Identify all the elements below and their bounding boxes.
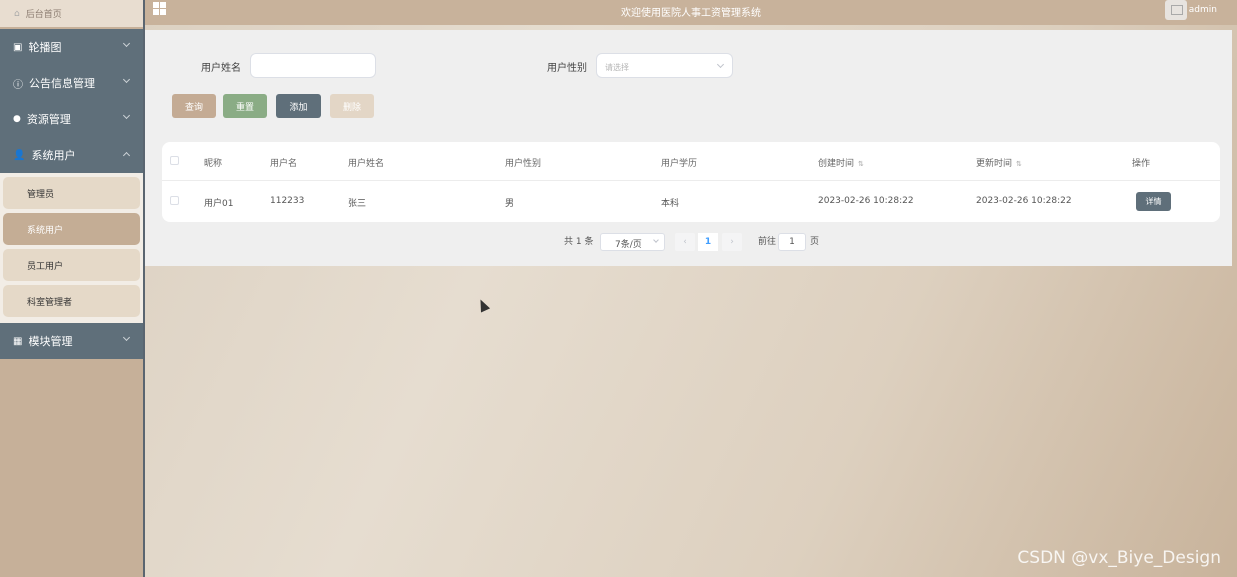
cell-education: 本科 (661, 199, 680, 209)
column-header: 操作 (1132, 159, 1151, 169)
prev-page-button[interactable]: ‹ (675, 233, 695, 251)
user-table: 昵称 用户名 用户姓名 用户性别 用户学历 创建时间 ⇅ 更新时间 ⇅ 操作 用户0… (162, 142, 1220, 222)
sidebar-item-label: 轮播图 (28, 41, 62, 54)
info-icon: ⓘ (13, 79, 23, 91)
sort-icon[interactable]: ⇅ (1016, 160, 1022, 168)
submenu-item-employee-users[interactable]: 员工用户 (3, 249, 140, 281)
gender-select[interactable]: 请选择 (596, 53, 733, 78)
sidebar: ⌂ 后台首页 ▣ 轮播图 ⓘ 公告信息管理 ● 资源管理 👤 系统用户 管理员 … (0, 0, 143, 577)
top-header: 欢迎使用医院人事工资管理系统 admin (145, 0, 1237, 25)
column-header-created[interactable]: 创建时间 ⇅ (818, 156, 864, 169)
image-icon: ▣ (13, 41, 23, 53)
home-icon: ⌂ (14, 8, 20, 19)
sort-icon[interactable]: ⇅ (858, 160, 864, 168)
column-header-updated[interactable]: 更新时间 ⇅ (976, 156, 1022, 169)
chevron-down-icon (122, 111, 131, 120)
detail-button[interactable]: 详情 (1136, 192, 1171, 211)
chevron-down-icon (653, 237, 659, 243)
page-number[interactable]: 1 (698, 233, 718, 251)
mouse-cursor-icon (475, 297, 491, 313)
sidebar-item-label: 公告信息管理 (29, 77, 95, 90)
column-header: 用户学历 (661, 159, 698, 169)
sidebar-item-label: 资源管理 (26, 113, 71, 126)
header-username[interactable]: admin (1189, 5, 1217, 15)
sidebar-item-label: 系统用户 (31, 149, 76, 162)
delete-button[interactable]: 删除 (330, 94, 374, 118)
chevron-down-icon (122, 75, 131, 84)
submenu: 管理员 系统用户 员工用户 科室管理者 (0, 173, 143, 323)
bulb-icon: ● (13, 114, 21, 124)
gender-select-placeholder: 请选择 (605, 63, 629, 72)
sidebar-item-system-users[interactable]: 👤 系统用户 (0, 137, 143, 173)
page-size-select[interactable]: 7条/页 (600, 233, 665, 251)
column-header: 用户性别 (505, 159, 542, 169)
content-panel: 用户姓名 用户性别 请选择 查询 重置 添加 删除 昵称 用户名 用户姓名 用户… (145, 30, 1232, 266)
reset-button[interactable]: 重置 (223, 94, 267, 118)
sidebar-item-notice[interactable]: ⓘ 公告信息管理 (0, 65, 143, 101)
app-root: ⌂ 后台首页 ▣ 轮播图 ⓘ 公告信息管理 ● 资源管理 👤 系统用户 管理员 … (0, 0, 1237, 577)
select-all-checkbox[interactable] (170, 156, 179, 165)
sidebar-item-label: 模块管理 (28, 335, 73, 348)
add-button[interactable]: 添加 (276, 94, 321, 118)
sidebar-home-label: 后台首页 (25, 10, 62, 20)
cell-gender: 男 (505, 199, 515, 209)
goto-label: 前往 (758, 237, 777, 247)
column-header: 用户姓名 (348, 159, 385, 169)
cell-created: 2023-02-26 10:28:22 (818, 196, 914, 206)
column-header: 昵称 (204, 159, 223, 169)
cell-realname: 张三 (348, 199, 367, 209)
chevron-down-icon (122, 39, 131, 48)
submenu-item-admin[interactable]: 管理员 (3, 177, 140, 209)
row-checkbox[interactable] (170, 196, 179, 205)
page-suffix: 页 (810, 237, 820, 247)
cell-username: 112233 (270, 196, 305, 206)
page-size-value: 7条/页 (615, 240, 642, 250)
cell-updated: 2023-02-26 10:28:22 (976, 196, 1072, 206)
header-title: 欢迎使用医院人事工资管理系统 (621, 8, 761, 19)
chevron-up-icon (122, 151, 131, 160)
grid-icon: ▦ (13, 335, 23, 347)
watermark: CSDN @vx_Biye_Design (1017, 548, 1221, 568)
chevron-down-icon (716, 60, 725, 69)
submenu-item-dept-managers[interactable]: 科室管理者 (3, 285, 140, 317)
row-divider (162, 180, 1220, 181)
goto-page-input[interactable]: 1 (778, 233, 806, 251)
sidebar-item-modules[interactable]: ▦ 模块管理 (0, 323, 143, 359)
column-header-label: 更新时间 (976, 159, 1013, 169)
avatar[interactable] (1165, 0, 1187, 20)
gender-label: 用户性别 (547, 63, 587, 74)
sidebar-item-home[interactable]: ⌂ 后台首页 (0, 0, 143, 27)
sidebar-item-resource[interactable]: ● 资源管理 (0, 101, 143, 137)
sidebar-item-carousel[interactable]: ▣ 轮播图 (0, 29, 143, 65)
next-page-button[interactable]: › (722, 233, 742, 251)
query-button[interactable]: 查询 (172, 94, 216, 118)
user-icon: 👤 (13, 149, 26, 161)
column-header: 用户名 (270, 159, 298, 169)
pagination-total: 共 1 条 (564, 237, 594, 247)
column-header-label: 创建时间 (818, 159, 855, 169)
name-input[interactable] (250, 53, 376, 78)
name-label: 用户姓名 (201, 63, 241, 74)
submenu-item-system-users[interactable]: 系统用户 (3, 213, 140, 245)
chevron-down-icon (122, 333, 131, 342)
cell-nickname: 用户01 (204, 199, 234, 209)
